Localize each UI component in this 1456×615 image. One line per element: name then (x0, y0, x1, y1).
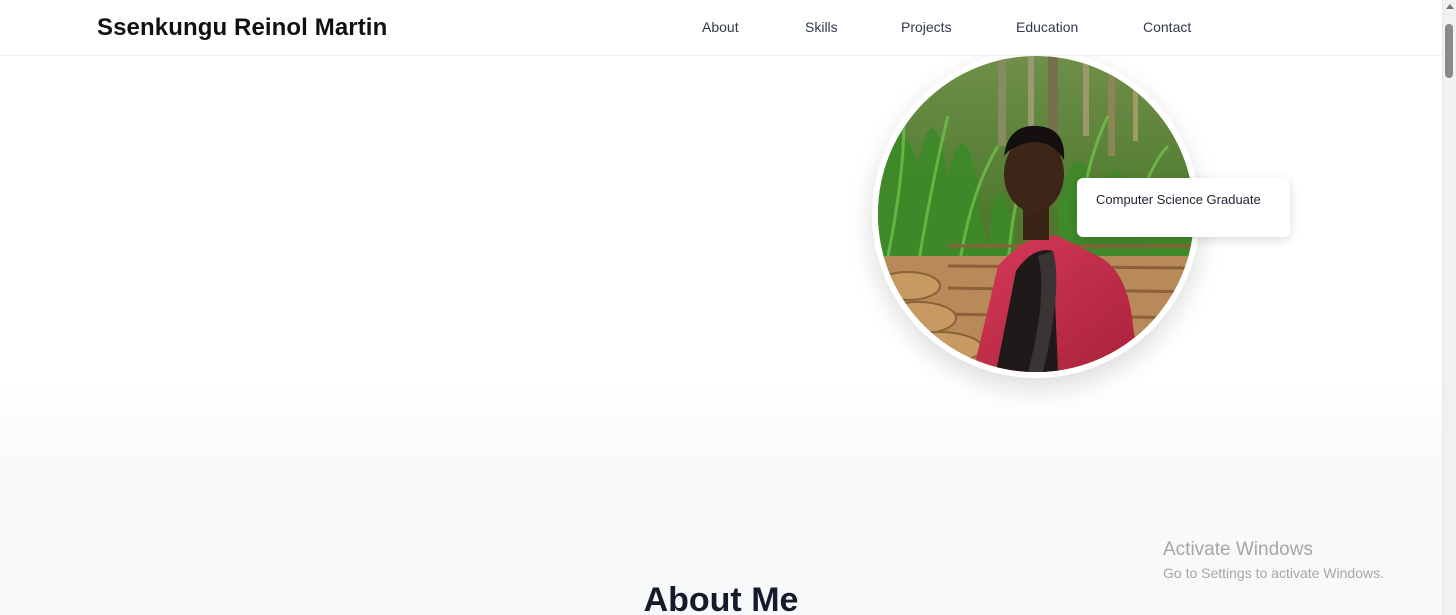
role-badge-text: Computer Science Graduate (1096, 192, 1261, 207)
main-nav: About Skills Projects Education Contact (0, 19, 1442, 39)
nav-link-skills[interactable]: Skills (805, 19, 838, 35)
site-header: Ssenkungu Reinol Martin About Skills Pro… (0, 0, 1442, 56)
windows-activation-watermark: Activate Windows Go to Settings to activ… (1163, 538, 1384, 584)
nav-link-education[interactable]: Education (1016, 19, 1078, 35)
nav-link-contact[interactable]: Contact (1143, 19, 1191, 35)
scroll-up-arrow-icon[interactable] (1446, 4, 1454, 9)
scrollbar-thumb[interactable] (1445, 24, 1453, 78)
role-badge: Computer Science Graduate (1077, 178, 1290, 237)
vertical-scrollbar[interactable] (1442, 0, 1456, 615)
nav-link-projects[interactable]: Projects (901, 19, 952, 35)
watermark-title: Activate Windows (1163, 539, 1313, 560)
portfolio-page: Ssenkungu Reinol Martin About Skills Pro… (0, 0, 1456, 615)
about-section-heading: About Me (643, 581, 799, 615)
nav-link-about[interactable]: About (702, 19, 739, 35)
watermark-subtitle: Go to Settings to activate Windows. (1163, 565, 1384, 581)
